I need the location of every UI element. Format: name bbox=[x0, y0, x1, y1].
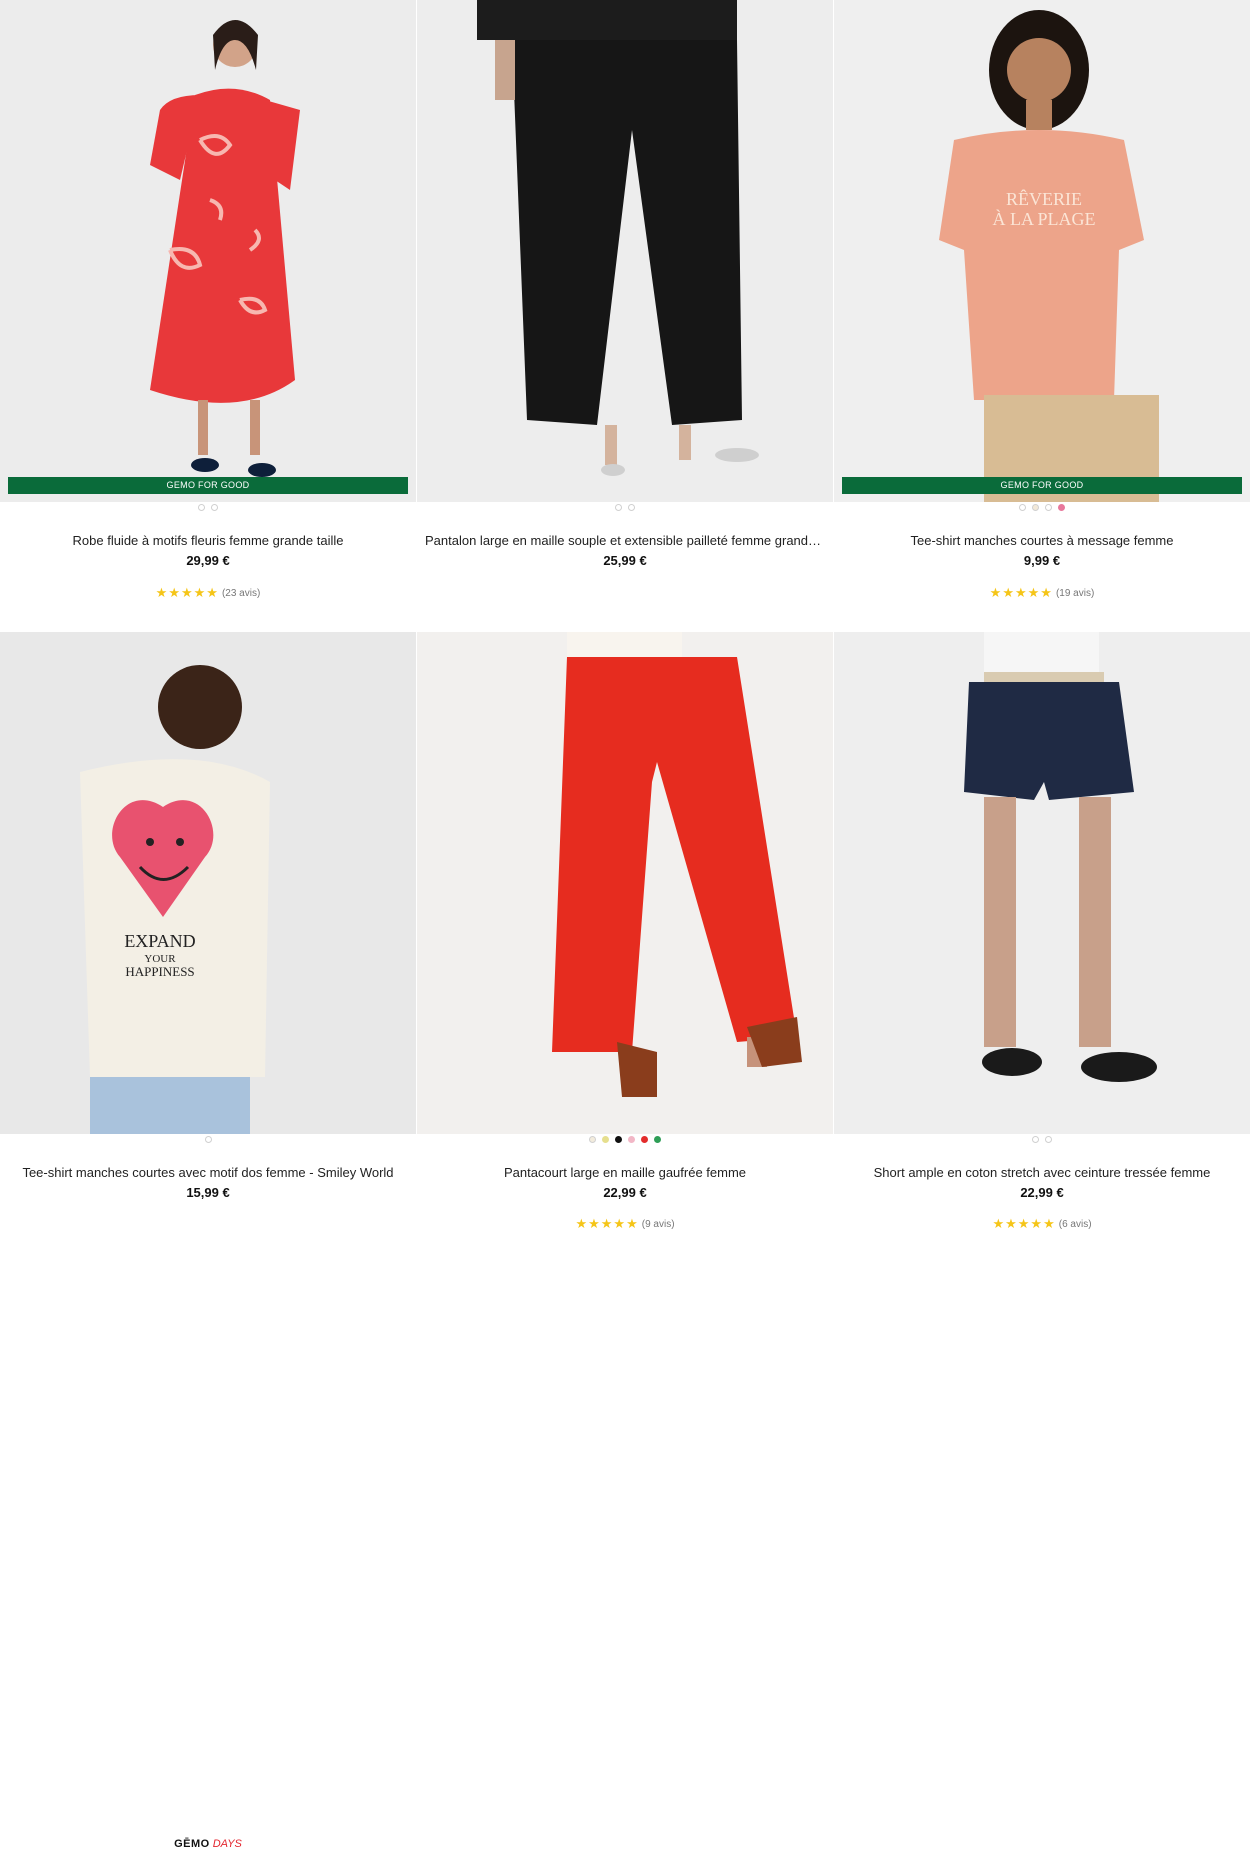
color-swatch[interactable] bbox=[1045, 504, 1052, 511]
review-count[interactable]: (19 avis) bbox=[1056, 588, 1094, 599]
product-rating: ★★★★★ (9 avis) bbox=[417, 1216, 833, 1232]
gemo-brand: GĒMO bbox=[174, 1838, 210, 1850]
product-image[interactable]: RÊVERIE À LA PLAGE GEMO FOR GOOD bbox=[834, 0, 1250, 502]
review-count[interactable]: (23 avis) bbox=[222, 588, 260, 599]
product-price: 15,99 € bbox=[186, 1185, 230, 1200]
color-swatch[interactable] bbox=[615, 1136, 622, 1143]
product-price: 22,99 € bbox=[603, 1185, 647, 1200]
color-swatch[interactable] bbox=[628, 504, 635, 511]
color-swatch[interactable] bbox=[211, 504, 218, 511]
product-image[interactable] bbox=[834, 632, 1250, 1134]
color-swatch[interactable] bbox=[1058, 504, 1065, 511]
color-swatch[interactable] bbox=[1032, 1136, 1039, 1143]
star-rating-icon: ★★★★★ bbox=[155, 585, 219, 600]
product-card[interactable]: RÊVERIE À LA PLAGE GEMO FOR GOOD Tee-shi… bbox=[834, 0, 1250, 620]
star-rating-icon: ★★★★★ bbox=[989, 585, 1053, 600]
product-card[interactable]: Short ample en coton stretch avec ceintu… bbox=[834, 632, 1250, 1231]
review-count[interactable]: (6 avis) bbox=[1059, 1219, 1092, 1230]
product-image[interactable] bbox=[417, 0, 833, 502]
color-swatches bbox=[417, 504, 833, 514]
product-image[interactable]: EXPAND YOUR HAPPINESS bbox=[0, 632, 416, 1134]
svg-text:HAPPINESS: HAPPINESS bbox=[125, 964, 194, 979]
color-swatch[interactable] bbox=[1045, 1136, 1052, 1143]
svg-text:EXPAND: EXPAND bbox=[124, 931, 195, 951]
gemo-for-good-badge: GEMO FOR GOOD bbox=[842, 477, 1242, 494]
product-rating: ★★★★★ (19 avis) bbox=[834, 585, 1250, 601]
color-swatches bbox=[417, 1136, 833, 1146]
product-image[interactable]: GEMO FOR GOOD bbox=[0, 0, 416, 502]
product-rating: ★★★★★ (6 avis) bbox=[834, 1216, 1250, 1232]
gemo-days-logo: GĒMO DAYS bbox=[0, 1838, 416, 1850]
svg-text:À LA PLAGE: À LA PLAGE bbox=[993, 208, 1096, 229]
product-title[interactable]: Pantacourt large en maille gaufrée femme bbox=[417, 1165, 833, 1180]
product-image[interactable] bbox=[417, 632, 833, 1134]
color-swatch[interactable] bbox=[1019, 504, 1026, 511]
product-title[interactable]: Pantalon large en maille souple et exten… bbox=[417, 533, 833, 548]
review-count[interactable]: (9 avis) bbox=[642, 1219, 675, 1230]
product-price: 22,99 € bbox=[1020, 1185, 1064, 1200]
color-swatch[interactable] bbox=[204, 1136, 212, 1143]
color-swatch[interactable] bbox=[198, 504, 205, 511]
days-label: DAYS bbox=[212, 1838, 242, 1850]
color-swatches bbox=[834, 1136, 1250, 1146]
product-title[interactable]: Tee-shirt manches courtes avec motif dos… bbox=[0, 1165, 416, 1180]
color-swatches bbox=[0, 504, 416, 514]
color-swatches bbox=[0, 1136, 416, 1146]
product-price: 25,99 € bbox=[603, 553, 647, 568]
product-price: 29,99 € bbox=[186, 553, 230, 568]
color-swatch[interactable] bbox=[602, 1136, 609, 1143]
product-title[interactable]: Short ample en coton stretch avec ceintu… bbox=[834, 1165, 1250, 1180]
color-swatch[interactable] bbox=[1032, 504, 1039, 511]
star-rating-icon: ★★★★★ bbox=[575, 1216, 639, 1231]
gemo-for-good-badge: GEMO FOR GOOD bbox=[8, 477, 408, 494]
product-title[interactable]: Tee-shirt manches courtes à message femm… bbox=[834, 533, 1250, 548]
product-rating: ★★★★★ (23 avis) bbox=[0, 585, 416, 601]
color-swatch[interactable] bbox=[641, 1136, 648, 1143]
svg-text:RÊVERIE: RÊVERIE bbox=[1006, 188, 1082, 209]
color-swatch[interactable] bbox=[628, 1136, 635, 1143]
product-card[interactable]: Pantacourt large en maille gaufrée femme… bbox=[417, 632, 833, 1231]
color-swatches bbox=[834, 504, 1250, 514]
color-swatch[interactable] bbox=[615, 504, 622, 511]
product-price: 9,99 € bbox=[1023, 553, 1061, 568]
color-swatch[interactable] bbox=[654, 1136, 661, 1143]
product-card[interactable]: EXPAND YOUR HAPPINESS Tee-shirt manches … bbox=[0, 632, 416, 1850]
product-card[interactable]: GEMO FOR GOOD Robe fluide à motifs fleur… bbox=[0, 0, 416, 620]
product-title[interactable]: Robe fluide à motifs fleuris femme grand… bbox=[0, 533, 416, 548]
product-grid: GEMO FOR GOOD Robe fluide à motifs fleur… bbox=[0, 0, 1250, 1850]
color-swatch[interactable] bbox=[589, 1136, 596, 1143]
star-rating-icon: ★★★★★ bbox=[992, 1216, 1056, 1231]
product-card[interactable]: Pantalon large en maille souple et exten… bbox=[417, 0, 833, 620]
